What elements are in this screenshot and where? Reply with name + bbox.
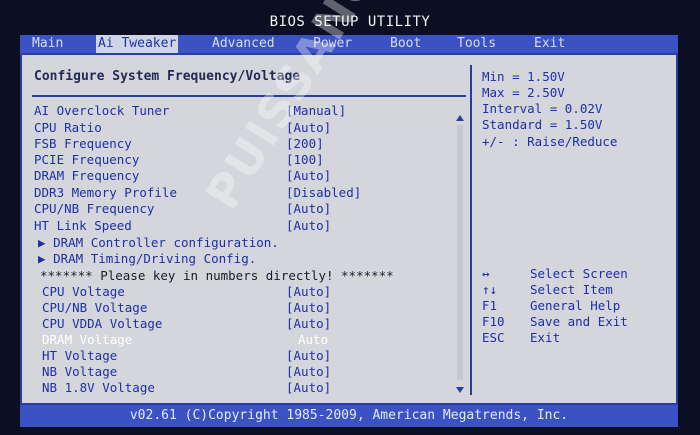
panel-divider	[470, 65, 472, 395]
setting-value: Auto	[298, 332, 329, 347]
setting-label: DRAM Frequency	[34, 168, 140, 183]
key-desc: General Help	[530, 298, 621, 313]
setting-value: [Auto]	[286, 348, 332, 363]
menu-tab-ai-tweaker[interactable]: Ai Tweaker	[96, 35, 179, 53]
setting-label: PCIE Frequency	[34, 152, 140, 167]
setting-value: [Disabled]	[286, 185, 362, 200]
help-min: Min = 1.50V	[482, 69, 565, 84]
menu-tab-advanced[interactable]: Advanced	[210, 35, 277, 53]
setting-value: [Auto]	[286, 120, 332, 135]
help-interval: Interval = 0.02V	[482, 101, 603, 116]
scroll-thumb[interactable]	[457, 125, 463, 380]
submenu-dram-controller[interactable]: ▶ DRAM Controller configuration.	[38, 235, 279, 250]
menu-tab-main[interactable]: Main	[30, 35, 65, 53]
key-desc: Select Item	[530, 282, 613, 297]
key-label: F1	[482, 298, 498, 313]
help-max: Max = 2.50V	[482, 85, 565, 100]
key-desc: Exit	[530, 330, 561, 345]
setting-value: [Auto]	[286, 168, 332, 183]
key-label: F10	[482, 314, 505, 329]
setting-value: [Auto]	[286, 284, 332, 299]
scroll-up-arrow-icon[interactable]	[456, 115, 464, 121]
key-label: ESC	[482, 330, 505, 345]
submenu-arrow-icon: ▶	[38, 235, 54, 250]
scrollbar[interactable]	[456, 115, 466, 393]
setting-label: CPU/NB Voltage	[42, 300, 148, 315]
left-right-arrow-icon: ↔	[482, 266, 490, 281]
menu-tab-power[interactable]: Power	[311, 35, 354, 53]
menu-bar: Main Ai Tweaker Advanced Power Boot Tool…	[20, 35, 678, 53]
setting-value: [100]	[286, 152, 324, 167]
submenu-arrow-icon: ▶	[38, 251, 54, 266]
setting-label: CPU VDDA Voltage	[42, 316, 163, 331]
submenu-dram-timing[interactable]: ▶ DRAM Timing/Driving Config.	[38, 251, 256, 266]
setting-label: FSB Frequency	[34, 136, 132, 151]
copyright-footer: v02.61 (C)Copyright 1985-2009, American …	[20, 405, 678, 427]
title-divider	[32, 95, 466, 97]
setting-label: DRAM Voltage	[42, 332, 133, 347]
menu-tab-tools[interactable]: Tools	[455, 35, 498, 53]
help-standard: Standard = 1.50V	[482, 117, 603, 132]
up-down-arrow-icon: ↑↓	[482, 282, 498, 297]
menu-tab-exit[interactable]: Exit	[532, 35, 567, 53]
setting-value: [Auto]	[286, 316, 332, 331]
setting-value: [Auto]	[286, 300, 332, 315]
setting-value: [Auto]	[286, 218, 332, 233]
setting-label: HT Link Speed	[34, 218, 132, 233]
section-title: Configure System Frequency/Voltage	[34, 69, 301, 84]
setting-label: CPU Voltage	[42, 284, 125, 299]
menu-tab-boot[interactable]: Boot	[388, 35, 423, 53]
main-panel: Configure System Frequency/Voltage AI Ov…	[20, 53, 678, 405]
setting-label: CPU/NB Frequency	[34, 201, 155, 216]
setting-label: NB 1.8V Voltage	[42, 380, 155, 395]
key-desc: Save and Exit	[530, 314, 628, 329]
submenu-label: DRAM Controller configuration.	[53, 235, 279, 250]
setting-value: [Auto]	[286, 201, 332, 216]
setting-label: DDR3 Memory Profile	[34, 185, 177, 200]
setting-value: [Auto]	[286, 364, 332, 379]
key-desc: Select Screen	[530, 266, 628, 281]
setting-label: CPU Ratio	[34, 120, 102, 135]
setting-label: AI Overclock Tuner	[34, 103, 170, 118]
setting-label: HT Voltage	[42, 348, 118, 363]
help-adjust: +/- : Raise/Reduce	[482, 134, 618, 149]
setting-label: NB Voltage	[42, 364, 118, 379]
submenu-label: DRAM Timing/Driving Config.	[53, 251, 257, 266]
notice-text: ******* Please key in numbers directly! …	[40, 268, 394, 283]
setting-value: [200]	[286, 136, 324, 151]
setting-value: [Auto]	[286, 380, 332, 395]
setting-value: [Manual]	[286, 103, 347, 118]
bios-title: BIOS SETUP UTILITY	[269, 14, 431, 30]
scroll-down-arrow-icon[interactable]	[456, 387, 464, 393]
